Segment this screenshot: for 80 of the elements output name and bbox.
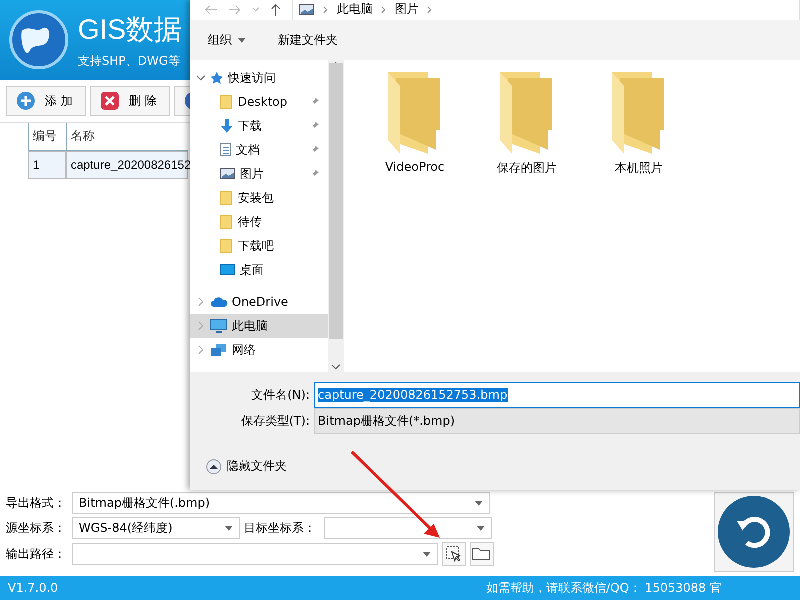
folder-item[interactable]: 保存的图片 [486,72,568,177]
cursor-icon [446,546,462,562]
back-arrow-icon[interactable] [204,4,218,16]
folder-item[interactable]: 本机照片 [598,72,680,177]
toolbar-button[interactable]: 添 加 [6,86,86,116]
tree-item[interactable]: 下载吧 [190,234,328,258]
field-label: 目标坐标系： [244,520,317,536]
folder-icon [220,95,234,109]
tree-item[interactable]: 下载 [190,114,328,138]
folder-icon [612,72,666,154]
table-cell: 1 [28,151,66,179]
folder-icon [388,72,442,154]
chevron-right-icon[interactable] [196,297,206,307]
tree-item[interactable]: 待传 [190,210,328,234]
tree-item[interactable]: OneDrive [190,290,328,314]
dropdown-caret-icon[interactable] [477,526,485,530]
field-label: 文件名(N): [250,386,310,404]
tree-item[interactable]: 文档 [190,138,328,162]
save-type-dropdown[interactable]: Bitmap栅格文件(*.bmp) [314,408,800,434]
app-subtitle: 支持SHP、DWG等 [78,52,182,70]
plus-icon [17,92,35,110]
folder-button[interactable] [470,542,494,566]
format-dropdown[interactable]: Bitmap栅格文件(.bmp) [72,492,490,514]
dropdown-caret-icon[interactable] [225,526,233,530]
convert-button[interactable] [714,492,794,572]
source-crs-dropdown[interactable]: WGS-84(经纬度) [72,517,240,539]
chevron-right-icon[interactable] [381,6,387,14]
contact-text: 如需帮助，请联系微信/QQ： 15053088 官 [486,580,722,596]
tree-item[interactable]: 桌面 [190,258,328,282]
chevron-down-icon[interactable] [331,362,341,372]
picture-icon [299,4,315,16]
app-title: GIS数据 [78,12,182,46]
network-icon [210,343,228,357]
up-arrow-icon[interactable] [270,3,282,17]
breadcrumb-item[interactable]: 此电脑 [337,1,373,18]
chevron-right-icon[interactable] [323,6,329,14]
field-label: 输出路径： [6,546,67,562]
select-button[interactable] [442,542,466,566]
folder-icon [500,72,554,154]
table-cell: capture_20200826152 [66,151,188,179]
folder-icon [472,547,492,561]
chevron-right-icon[interactable] [196,345,206,355]
star-icon [210,71,224,85]
chevron-right-icon[interactable] [427,6,433,14]
folder-icon [220,239,234,253]
field-label: 导出格式： [6,494,67,512]
computer-icon [210,319,228,333]
target-crs-dropdown[interactable] [324,517,492,539]
dropdown-caret-icon[interactable] [238,38,246,42]
close-icon [101,92,119,110]
tree-item[interactable]: 此电脑 [190,314,328,338]
down-arrow-icon [220,118,234,134]
folder-icon [220,191,234,205]
field-label: 保存类型(T): [240,412,310,430]
chevron-down-icon[interactable] [196,73,206,83]
tree-item[interactable]: 网络 [190,338,328,362]
desktop-icon [220,264,236,276]
tree-item[interactable]: 安装包 [190,186,328,210]
toolbar-button[interactable]: 删 除 [90,86,170,116]
globe-icon [8,9,70,71]
tree-item[interactable]: 快速访问 [190,66,328,90]
dropdown-caret-icon[interactable] [423,552,431,556]
version-text: V1.7.0.0 [8,581,58,595]
folder-item[interactable]: VideoProc [374,72,456,174]
field-label: 源坐标系： [6,520,67,536]
forward-arrow-icon[interactable] [228,4,242,16]
tree-item[interactable]: Desktop [190,90,328,114]
folder-icon [220,215,234,229]
toolbar-button[interactable]: 新建文件夹 [276,30,340,50]
refresh-icon [717,495,791,569]
tree-item[interactable]: 图片 [190,162,328,186]
breadcrumb-item[interactable]: 图片 [395,1,419,18]
toolbar-button[interactable]: 组织 [206,30,248,50]
hide-folders-button[interactable]: 隐藏文件夹 [200,457,293,476]
dropdown-caret-icon[interactable] [475,500,483,506]
cloud-icon [210,296,228,308]
document-icon [220,143,232,157]
scrollbar-thumb[interactable] [329,63,343,339]
file-name-field[interactable]: capture_20200826152753.bmp [314,382,800,408]
picture-icon [220,168,236,180]
